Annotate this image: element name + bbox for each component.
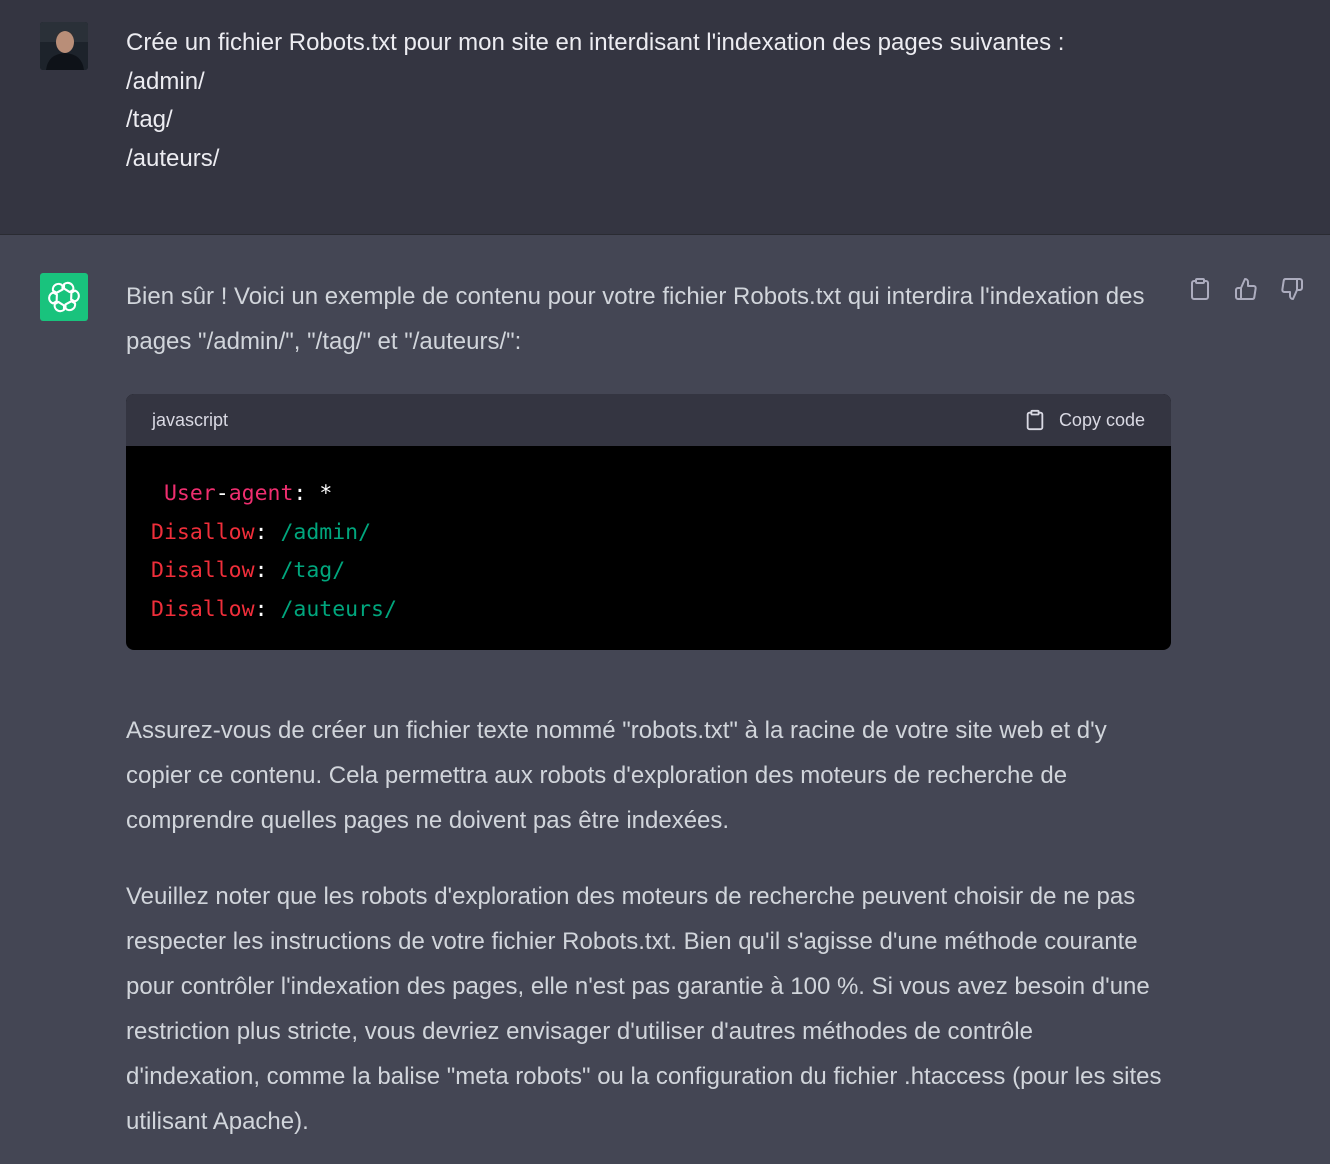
code-value: /admin/ [280,519,372,545]
thumbs-up-icon[interactable] [1234,277,1258,301]
code-separator: : [293,481,320,506]
code-line: Disallow: /admin/ [151,514,1146,553]
thumbs-down-icon[interactable] [1280,277,1304,301]
user-message-text: Crée un fichier Robots.txt pour mon site… [126,24,1226,178]
code-operator: - [215,481,229,506]
assistant-intro-paragraph: Bien sûr ! Voici un exemple de contenu p… [126,283,1145,355]
code-line: User-agent: * [151,475,1146,514]
code-key: agent [228,481,294,506]
user-message-line: /auteurs/ [126,144,220,172]
openai-logo-icon [48,281,80,313]
code-separator: : [254,519,281,545]
code-block-header: javascript Copy code [126,394,1171,446]
clipboard-icon [1026,409,1044,431]
code-content: User-agent: * Disallow: /admin/ Disallow… [126,446,1171,629]
copy-code-button[interactable]: Copy code [1024,408,1145,432]
code-key: Disallow [151,558,255,583]
code-key: Disallow [151,596,255,622]
copy-code-label: Copy code [1058,409,1145,430]
user-avatar [40,22,88,70]
code-key: Disallow [151,519,255,545]
code-separator: : [254,596,281,622]
assistant-paragraph: Veuillez noter que les robots d'explorat… [126,883,1162,1135]
message-actions [1188,277,1304,301]
code-value: /tag/ [280,558,346,583]
user-message-line: /tag/ [126,106,173,133]
assistant-paragraph: Assurez-vous de créer un fichier texte n… [126,717,1107,834]
user-message-line: Crée un fichier Robots.txt pour mon site… [126,29,1065,56]
code-key: User [163,481,216,506]
code-value: /auteurs/ [280,596,397,622]
user-photo-avatar-icon [40,22,88,70]
code-separator: : [254,558,281,583]
code-line: Disallow: /tag/ [151,552,1146,591]
user-message-turn: Crée un fichier Robots.txt pour mon site… [0,0,1330,235]
code-block: javascript Copy code User-agent: * Disal… [126,394,1171,650]
assistant-avatar [40,273,88,321]
user-message-line: /admin/ [126,67,205,95]
code-value: * [319,481,333,506]
code-line: Disallow: /auteurs/ [151,591,1146,630]
assistant-message-turn: Bien sûr ! Voici un exemple de contenu p… [0,235,1330,1164]
code-language-label: javascript [152,409,229,430]
clipboard-icon[interactable] [1188,277,1212,301]
